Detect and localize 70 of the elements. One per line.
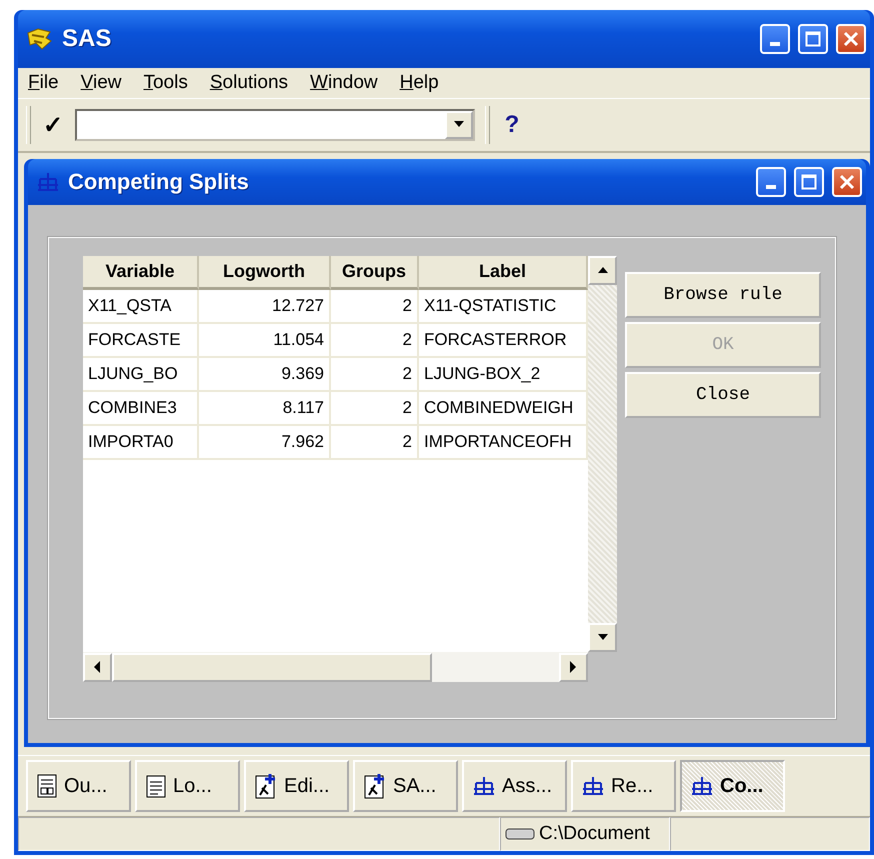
edit-document-icon [254,773,278,799]
edit-document-icon [363,773,387,799]
table-cell: 7.962 [199,426,331,460]
window-tab[interactable]: Edi... [244,760,349,812]
maximize-button[interactable] [794,167,824,197]
menu-item[interactable]: Tools [143,72,188,94]
table-cell: 11.054 [199,324,331,358]
window-tab[interactable]: Ass... [462,760,567,812]
column-header[interactable]: Logworth [199,256,331,290]
table-cell: 2 [331,358,419,392]
report-icon [36,774,58,798]
menu-item[interactable]: Solutions [210,72,288,94]
window-tab[interactable]: Co... [680,760,785,812]
minimize-button[interactable] [760,24,790,54]
help-button[interactable]: ? [500,111,524,139]
menu-item[interactable]: File [28,72,59,94]
minimize-icon [770,42,780,46]
scroll-left-button[interactable] [83,652,112,682]
scroll-right-button[interactable] [559,652,588,682]
table-cell: 12.727 [199,290,331,324]
maximize-icon [801,174,817,190]
minimize-icon [766,185,776,189]
app-logo-icon [26,27,54,51]
window-tab[interactable]: Re... [571,760,676,812]
status-path: C:\Document [539,823,650,845]
column-header[interactable]: Label [419,256,588,290]
table-cell: 8.117 [199,392,331,426]
window-tab[interactable]: Lo... [135,760,240,812]
window-tab[interactable]: SA... [353,760,458,812]
notepad-icon [145,774,167,798]
menu-item[interactable]: View [80,72,122,94]
check-button[interactable]: ✓ [41,110,65,140]
table-cell: COMBINE3 [83,392,199,426]
maximize-button[interactable] [798,24,828,54]
table-cell: 2 [331,290,419,324]
tree-icon [472,775,496,797]
table-cell: 2 [331,324,419,358]
minimize-button[interactable] [756,167,786,197]
column-header[interactable]: Groups [331,256,419,290]
command-field[interactable] [75,109,475,141]
table-cell: X11_QSTA [83,290,199,324]
window-title: SAS [62,25,112,53]
dialog-button[interactable]: Browse rule [625,272,821,318]
dialog-title: Competing Splits [68,169,250,195]
close-icon [839,174,855,190]
scroll-up-button[interactable] [588,256,617,285]
vertical-scrollbar[interactable] [588,256,617,652]
table-cell: IMPORTA0 [83,426,199,460]
window-tab[interactable]: Ou... [26,760,131,812]
dropdown-button[interactable] [445,111,473,139]
scroll-down-button[interactable] [588,623,617,652]
table-cell: FORCASTE [83,324,199,358]
close-button[interactable] [836,24,866,54]
tree-icon [581,775,605,797]
close-button[interactable] [832,167,862,197]
horizontal-scrollbar[interactable] [83,652,588,682]
table-cell: 2 [331,392,419,426]
close-icon [843,31,859,47]
maximize-icon [805,31,821,47]
dialog-button[interactable]: Close [625,372,821,418]
menu-item[interactable]: Help [400,72,439,94]
table-cell: 2 [331,426,419,460]
column-header[interactable]: Variable [83,256,199,290]
table-cell: LJUNG_BO [83,358,199,392]
scroll-thumb[interactable] [112,652,432,682]
table-cell: 9.369 [199,358,331,392]
menu-item[interactable]: Window [310,72,378,94]
tree-icon [690,775,714,797]
drive-icon [505,827,535,841]
tree-icon [36,171,60,193]
